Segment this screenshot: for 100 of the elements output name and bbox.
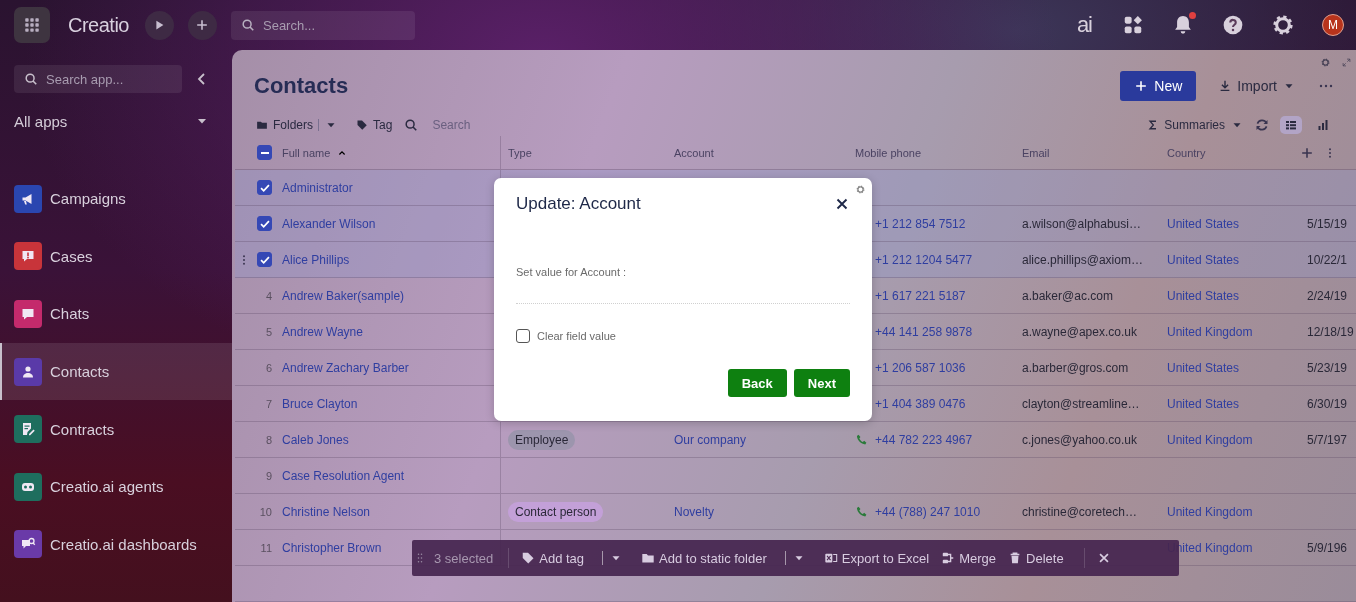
phone-link[interactable]: +44 (788) 247 1010	[875, 504, 981, 519]
column-header[interactable]: Mobile phone	[855, 146, 922, 159]
contact-link[interactable]: Bruce Clayton	[282, 396, 358, 411]
tag-icon	[521, 551, 536, 565]
country-link[interactable]: United States	[1167, 252, 1240, 267]
back-button[interactable]: Back	[727, 369, 787, 397]
chat-icon	[20, 306, 36, 322]
row-number: 5	[265, 325, 272, 338]
clear-value-checkbox[interactable]	[516, 329, 530, 343]
country-link[interactable]: United Kingdom	[1167, 324, 1253, 339]
widgets-icon[interactable]	[1122, 14, 1144, 36]
add-button[interactable]	[188, 10, 217, 40]
column-header[interactable]: Full name	[282, 146, 331, 159]
country-link[interactable]: United States	[1167, 288, 1240, 303]
country-link[interactable]: United Kingdom	[1167, 432, 1253, 447]
contact-link[interactable]: Andrew Baker(sample)	[282, 288, 405, 303]
type-tag: Employee	[508, 429, 576, 450]
help-icon[interactable]	[1222, 14, 1244, 36]
table-cell: a.baker@ac.com	[1022, 288, 1113, 303]
select-all-checkbox[interactable]	[257, 145, 272, 160]
plus-icon	[1134, 79, 1149, 93]
user-avatar[interactable]: M	[1322, 14, 1344, 36]
row-checkbox[interactable]	[257, 216, 272, 231]
sidebar-item[interactable]: Creatio.ai agents	[0, 457, 232, 516]
person-icon	[20, 363, 36, 380]
country-link[interactable]: United States	[1167, 216, 1240, 231]
phone-link[interactable]: +1 617 221 5187	[875, 288, 966, 303]
notifications-icon[interactable]	[1172, 14, 1194, 36]
column-header[interactable]: Country	[1167, 146, 1206, 159]
column-header[interactable]: Account	[674, 146, 714, 159]
grid-icon	[23, 16, 41, 34]
contact-link[interactable]: Administrator	[282, 180, 353, 195]
row-number: 11	[260, 541, 272, 554]
contact-link[interactable]: Alexander Wilson	[282, 216, 376, 231]
contact-link[interactable]: Alice Phillips	[282, 252, 350, 267]
plus-icon	[195, 18, 210, 32]
sidebar-item[interactable]: Creatio.ai dashboards	[0, 515, 232, 574]
dialog-title: Update: Account	[516, 194, 641, 214]
add-column-icon[interactable]	[1300, 145, 1314, 160]
sidebar-item[interactable]: Campaigns	[0, 170, 232, 228]
table-cell: 5/9/196	[1307, 540, 1348, 555]
sidebar-item[interactable]: Chats	[0, 285, 232, 343]
spreadsheet-icon	[823, 551, 838, 565]
add-to-folder-button[interactable]: Add to static folder	[641, 550, 767, 566]
close-icon[interactable]	[834, 196, 850, 212]
table-cell: c.jones@yahoo.co.uk	[1022, 432, 1137, 447]
search-icon	[241, 18, 255, 32]
phone-link[interactable]: +1 212 854 7512	[875, 216, 966, 231]
export-button[interactable]: Export to Excel	[823, 550, 930, 566]
merge-button[interactable]: Merge	[941, 550, 997, 566]
page-title: Contacts	[254, 73, 349, 99]
folders-button[interactable]: Folders	[256, 117, 313, 132]
merge-icon	[941, 551, 956, 565]
phone-link[interactable]: +1 212 1204 5477	[875, 252, 973, 267]
sidebar-item[interactable]: Contacts	[0, 342, 232, 401]
contact-link[interactable]: Christopher Brown	[282, 540, 382, 555]
contact-link[interactable]: Christine Nelson	[282, 504, 371, 519]
contact-link[interactable]: Andrew Wayne	[282, 324, 363, 339]
country-link[interactable]: United States	[1167, 360, 1240, 375]
search-icon	[24, 72, 38, 86]
apps-menu-button[interactable]	[14, 7, 50, 43]
row-checkbox[interactable]	[257, 252, 272, 267]
phone-link[interactable]: +44 782 223 4967	[875, 432, 973, 447]
sidebar-item[interactable]: Cases	[0, 227, 232, 286]
folder-icon	[641, 551, 656, 565]
contact-link[interactable]: Andrew Zachary Barber	[282, 360, 409, 375]
expand-icon[interactable]	[1342, 58, 1351, 67]
tag-icon	[356, 118, 368, 131]
summaries-button[interactable]: Summaries	[1147, 117, 1244, 132]
country-link[interactable]: United Kingdom	[1167, 504, 1253, 519]
table-cell: clayton@streamline…	[1022, 396, 1140, 411]
search-field[interactable]: Search	[404, 113, 505, 136]
row-number: 4	[265, 289, 272, 302]
list-view-button[interactable]	[1280, 115, 1302, 134]
next-button[interactable]: Next	[793, 369, 850, 397]
import-button[interactable]: Import	[1218, 71, 1296, 101]
row-number: 6	[265, 361, 272, 374]
phone-link[interactable]: +1 404 389 0476	[875, 396, 966, 411]
contact-link[interactable]: Case Resolution Agent	[282, 468, 405, 483]
minus-icon	[260, 151, 269, 154]
table-cell: 10/22/1	[1307, 252, 1348, 267]
section-label: All apps	[14, 112, 68, 130]
contact-link[interactable]: Caleb Jones	[282, 432, 349, 447]
row-number: 10	[259, 505, 272, 518]
table-cell: 5/15/19	[1307, 216, 1348, 231]
run-button[interactable]	[145, 10, 174, 40]
add-tag-button[interactable]: Add tag	[521, 550, 585, 566]
phone-link[interactable]: +44 141 258 9878	[875, 324, 973, 339]
sidebar-item[interactable]: Contracts	[0, 400, 232, 458]
row-checkbox[interactable]	[257, 180, 272, 195]
phone-link[interactable]: +1 206 587 1036	[875, 360, 966, 375]
account-link[interactable]: Our company	[674, 432, 747, 447]
ai-button[interactable]: ai	[1076, 12, 1092, 38]
column-header[interactable]: Type	[508, 146, 532, 159]
column-header[interactable]: Email	[1022, 146, 1050, 159]
account-link[interactable]: Novelty	[674, 504, 714, 519]
tag-button[interactable]: Tag	[356, 117, 393, 132]
country-link[interactable]: United States	[1167, 396, 1240, 411]
new-button[interactable]: New	[1120, 71, 1197, 101]
delete-button[interactable]: Delete	[1008, 550, 1064, 566]
